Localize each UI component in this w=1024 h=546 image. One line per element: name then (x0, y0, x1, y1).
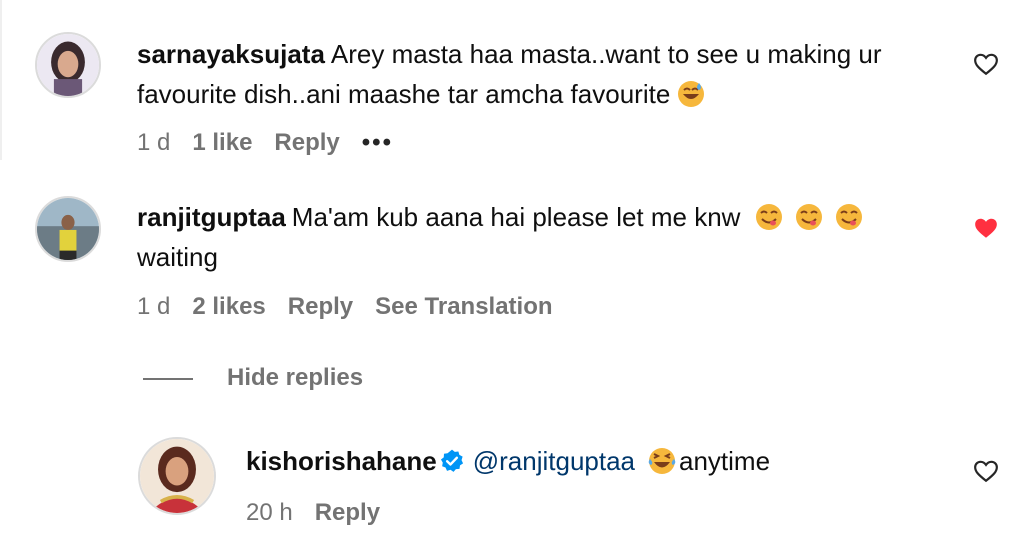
heart-outline-icon[interactable] (973, 458, 999, 484)
comment-text-line1: Ma'am kub aana hai please let me knw (291, 202, 741, 232)
thread-rule (0, 0, 2, 160)
like-count[interactable]: 2 likes (192, 293, 265, 320)
comment-text: sarnayaksujata Arey masta haa masta..want… (137, 34, 882, 74)
comment-meta: 1 d 1 like Reply ••• (137, 128, 415, 158)
username[interactable]: kishorishahane (246, 446, 437, 476)
reply-button[interactable]: Reply (274, 129, 339, 156)
comment-text: ranjitguptaa Ma'am kub aana hai please le… (137, 197, 864, 237)
comment-text-line2: favourite dish..ani maashe tar amcha fav… (137, 79, 671, 109)
replies-divider (143, 377, 193, 380)
reply-button[interactable]: Reply (288, 293, 353, 320)
comment-text-continued: waiting (137, 237, 218, 277)
timestamp: 1 d (137, 293, 171, 320)
comment-text-continued: favourite dish..ani maashe tar amcha fav… (137, 74, 706, 114)
username[interactable]: ranjitguptaa (137, 202, 286, 232)
avatar[interactable] (35, 32, 101, 98)
reply-button[interactable]: Reply (315, 499, 380, 526)
mention-link[interactable]: @ranjitguptaa (473, 446, 635, 476)
hide-replies-label: Hide replies (227, 364, 364, 391)
comment-text-line2: waiting (137, 242, 218, 272)
timestamp: 20 h (246, 499, 293, 526)
yum-emoji-icon (794, 202, 824, 232)
heart-outline-icon[interactable] (973, 51, 999, 77)
yum-emoji-icon (834, 202, 864, 232)
timestamp: 1 d (137, 129, 171, 156)
comment-text-line1: Arey masta haa masta..want to see u maki… (330, 39, 882, 69)
avatar[interactable] (138, 437, 216, 515)
heart-filled-icon[interactable] (973, 215, 999, 241)
verified-badge-icon (439, 448, 465, 474)
avatar-image (37, 34, 99, 96)
reply-meta: 20 h Reply (246, 498, 402, 528)
avatar-image (140, 439, 214, 513)
hide-replies-button[interactable]: Hide replies (143, 362, 363, 394)
yum-emoji-icon (754, 202, 784, 232)
reply-message: anytime (679, 446, 771, 476)
see-translation-button[interactable]: See Translation (375, 293, 552, 320)
comment-meta: 1 d 2 likes Reply See Translation (137, 292, 575, 322)
avatar[interactable] (35, 196, 101, 262)
reply-text: kishorishahane @ranjitguptaa anytime (246, 441, 770, 481)
avatar-image (37, 198, 99, 260)
like-count[interactable]: 1 like (192, 129, 252, 156)
sweat-smile-emoji-icon (676, 79, 706, 109)
laughing-tears-emoji-icon (647, 446, 677, 476)
more-options-icon[interactable]: ••• (362, 129, 393, 156)
username[interactable]: sarnayaksujata (137, 39, 325, 69)
